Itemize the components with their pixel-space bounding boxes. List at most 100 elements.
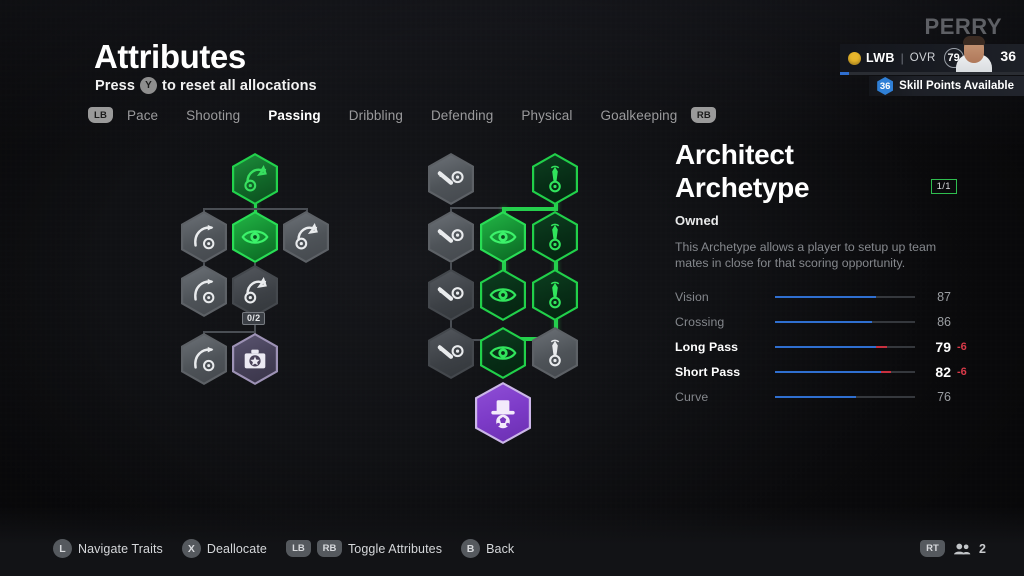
tab-passing[interactable]: Passing — [254, 108, 334, 123]
tab-pace[interactable]: Pace — [113, 108, 172, 123]
player-card: PERRY LWB | OVR 79 36 36 Skill Points Av… — [832, 14, 1024, 96]
attribute-name: Long Pass — [675, 340, 739, 354]
level-progress-bar — [840, 72, 1024, 75]
footer-action-label: Toggle Attributes — [347, 541, 443, 556]
attribute-name: Vision — [675, 290, 709, 304]
footer-action-label: Navigate Traits — [78, 541, 163, 556]
footer-actions: L Navigate Traits X Deallocate LB RB Tog… — [53, 539, 533, 558]
node-allocation-badge: 0/2 — [242, 312, 266, 325]
lb-bumper-icon[interactable]: LB — [88, 107, 113, 123]
x-button-icon[interactable]: X — [181, 539, 201, 558]
attribute-name: Curve — [675, 390, 709, 404]
node-playmaker-trait[interactable] — [475, 382, 531, 444]
crossing-icon — [549, 223, 561, 251]
curve-icon — [194, 224, 215, 250]
node-vision-eye-r3[interactable] — [480, 327, 526, 379]
node-curve-left[interactable] — [181, 211, 227, 263]
node-crossing-2[interactable] — [532, 211, 578, 263]
attribute-tab-bar[interactable]: LB Pace Shooting Passing Dribbling Defen… — [88, 107, 717, 123]
skill-points-label: Skill Points Available — [899, 80, 1014, 92]
footer-action-toggle-attributes[interactable]: LB RB Toggle Attributes — [285, 540, 443, 557]
skill-points-banner: 36 Skill Points Available — [869, 76, 1024, 96]
archetype-title: Architect Archetype — [675, 138, 975, 204]
node-short-pass-4[interactable] — [428, 327, 474, 379]
link-horizontal-row1 — [203, 208, 308, 210]
long-pass-icon — [244, 277, 267, 304]
node-crossing-4[interactable] — [532, 327, 578, 379]
node-trait-badge[interactable] — [232, 333, 278, 385]
tab-shooting[interactable]: Shooting — [172, 108, 254, 123]
footer-action-label: Deallocate — [206, 541, 267, 556]
b-button-icon[interactable]: B — [461, 539, 481, 558]
lb-bumper-icon[interactable]: LB — [285, 540, 311, 557]
separator: | — [900, 51, 904, 65]
curve-icon — [194, 346, 215, 372]
attribute-bar — [775, 396, 915, 398]
position-dot-icon — [848, 51, 861, 65]
playmaker-hat-icon — [491, 400, 515, 429]
footer-action-back[interactable]: B Back — [461, 539, 514, 558]
node-curve-bottom-left[interactable] — [181, 333, 227, 385]
node-vision-eye-r1[interactable] — [480, 211, 526, 263]
attribute-value: 79 — [935, 339, 951, 355]
attribute-name: Short Pass — [675, 365, 741, 379]
attribute-name: Crossing — [675, 315, 725, 329]
attribute-value: 82 — [935, 364, 951, 380]
long-pass-icon — [295, 223, 318, 250]
crossing-icon — [549, 339, 561, 367]
footer-action-deallocate[interactable]: X Deallocate — [181, 539, 267, 558]
tab-goalkeeping[interactable]: Goalkeeping — [586, 108, 691, 123]
archetype-panel: Architect Archetype 1/1 Owned This Arche… — [675, 138, 975, 410]
tab-dribbling[interactable]: Dribbling — [335, 108, 417, 123]
y-button-icon[interactable]: Y — [140, 77, 158, 94]
vision-eye-icon — [489, 346, 517, 360]
vision-eye-icon — [489, 288, 517, 302]
node-long-pass-mid-center[interactable] — [232, 265, 278, 317]
short-pass-icon — [437, 286, 464, 301]
tab-defending[interactable]: Defending — [417, 108, 507, 123]
page-title: Attributes — [94, 38, 246, 75]
archetype-title-line1: Architect — [675, 139, 794, 170]
attribute-value: 86 — [937, 315, 951, 329]
rb-bumper-icon[interactable]: RB — [316, 540, 342, 557]
player-count: 2 — [978, 541, 986, 556]
players-icon — [954, 543, 971, 554]
node-vision-eye-center[interactable] — [232, 211, 278, 263]
screen-root: Attributes Press Y to reset all allocati… — [0, 0, 1024, 576]
attribute-list: Vision 87 Crossing 86 Long Pass 79 -6 Sh… — [675, 285, 975, 410]
short-pass-icon — [437, 228, 464, 243]
node-crossing-3[interactable] — [532, 269, 578, 321]
archetype-description: This Archetype allows a player to setup … — [675, 240, 937, 271]
attribute-delta: -6 — [957, 341, 967, 353]
vision-eye-icon — [489, 230, 517, 244]
l-stick-button-icon[interactable]: L — [53, 539, 72, 558]
node-crossing-1[interactable] — [532, 153, 578, 205]
reset-hint-pre: Press — [95, 77, 136, 94]
vision-eye-icon — [241, 230, 269, 244]
attribute-row-curve: Curve 76 — [675, 385, 975, 410]
attribute-row-long-pass: Long Pass 79 -6 — [675, 335, 975, 360]
node-curve-mid-left[interactable] — [181, 265, 227, 317]
skill-tree-left[interactable]: 0/2 — [170, 145, 350, 395]
attribute-row-short-pass: Short Pass 82 -6 — [675, 360, 975, 385]
node-short-pass-1[interactable] — [428, 153, 474, 205]
attribute-bar — [775, 346, 915, 348]
node-vision-eye-r2[interactable] — [480, 269, 526, 321]
crossing-icon — [549, 165, 561, 193]
attribute-value: 76 — [937, 390, 951, 404]
rt-trigger-icon[interactable]: RT — [919, 540, 945, 557]
node-long-pass-root[interactable] — [232, 153, 278, 205]
archetype-title-line2: Archetype — [675, 172, 810, 204]
footer-action-navigate-traits[interactable]: L Navigate Traits — [53, 539, 163, 558]
attribute-bar — [775, 371, 915, 373]
node-short-pass-2[interactable] — [428, 211, 474, 263]
player-position: LWB — [866, 51, 895, 65]
rb-bumper-icon[interactable]: RB — [691, 107, 717, 123]
player-avatar — [954, 30, 994, 74]
skill-tree-right[interactable] — [420, 145, 605, 445]
footer-action-bar: L Navigate Traits X Deallocate LB RB Tog… — [0, 530, 1024, 576]
node-long-pass-right[interactable] — [283, 211, 329, 263]
reset-hint: Press Y to reset all allocations — [95, 77, 317, 94]
node-short-pass-3[interactable] — [428, 269, 474, 321]
tab-physical[interactable]: Physical — [507, 108, 586, 123]
